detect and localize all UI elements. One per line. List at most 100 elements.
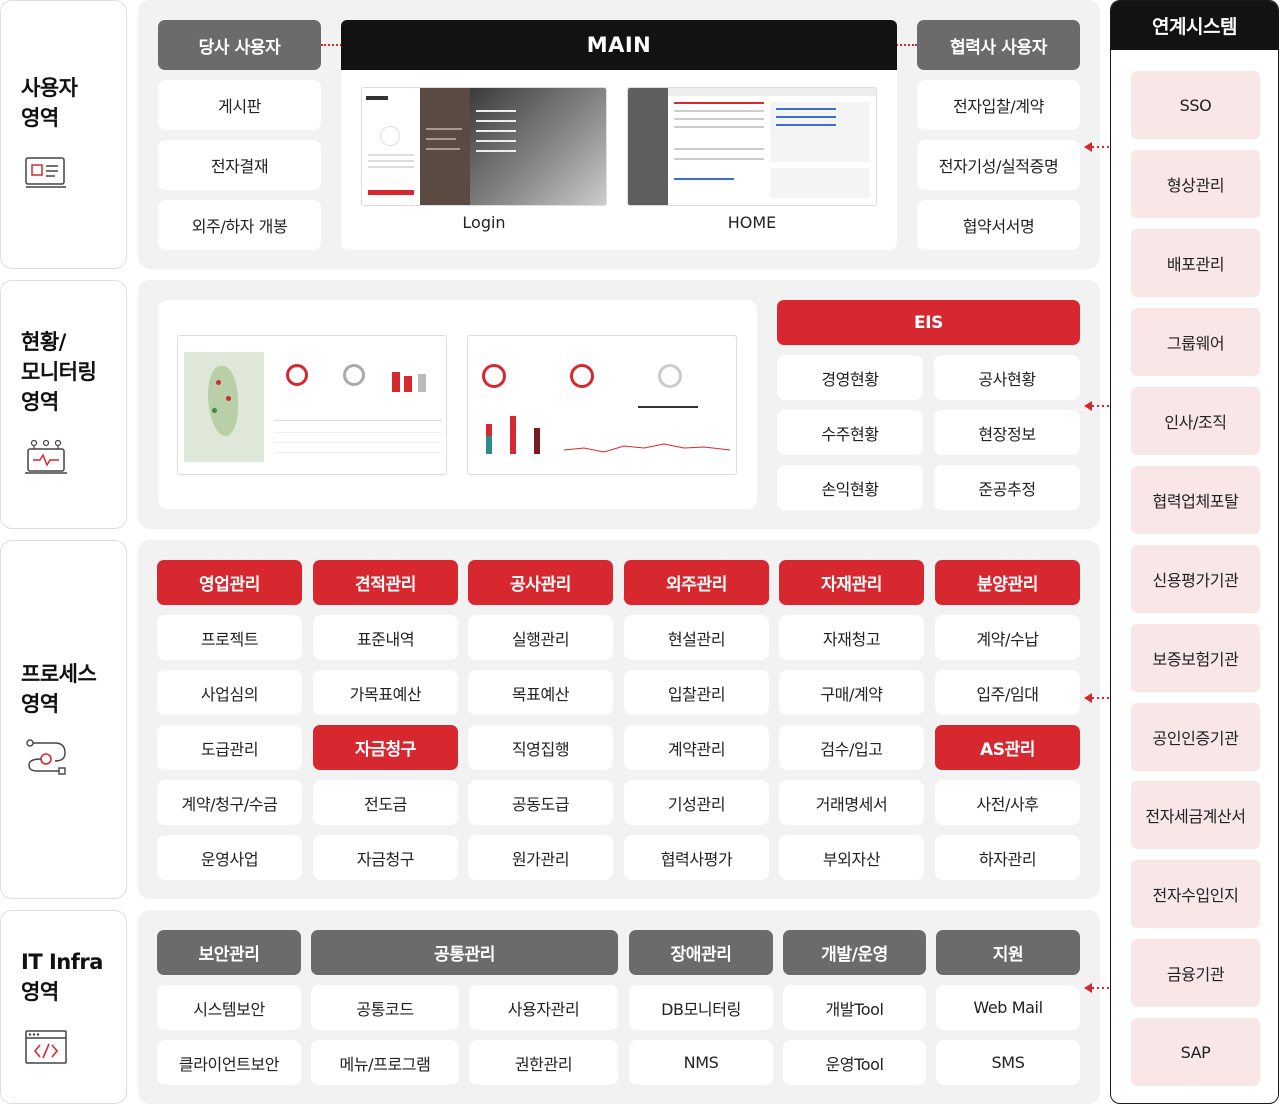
process-item[interactable]: 사업심의 — [157, 670, 302, 715]
linked-systems-header: 연계시스템 — [1111, 1, 1278, 50]
area-title-monitoring: 현황/ 모니터링 영역 — [21, 330, 97, 414]
infra-item[interactable]: 공통코드 — [311, 985, 459, 1030]
eis-item-orders[interactable]: 수주현황 — [777, 410, 923, 455]
internal-item-approval[interactable]: 전자결재 — [158, 140, 321, 190]
process-item[interactable]: 자재청고 — [779, 615, 924, 660]
process-item[interactable]: 계약관리 — [624, 725, 769, 770]
area-title-user: 사용자 영역 — [21, 76, 78, 130]
management-dashboard-screenshot[interactable] — [467, 335, 737, 475]
process-item[interactable]: 부외자산 — [779, 835, 924, 880]
internal-item-outsourcing[interactable]: 외주/하자 개봉 — [158, 200, 321, 250]
eis-item-profit[interactable]: 손익현황 — [777, 465, 923, 510]
login-label: Login — [462, 213, 506, 232]
infra-item[interactable]: Web Mail — [936, 985, 1080, 1030]
infra-item[interactable]: NMS — [629, 1040, 773, 1085]
partner-item-bid[interactable]: 전자입찰/계약 — [917, 80, 1080, 130]
system-item[interactable]: 그룹웨어 — [1131, 308, 1260, 376]
home-screenshot[interactable] — [627, 87, 877, 206]
linked-systems-panel: 연계시스템 SSO 형상관리 배포관리 그룹웨어 인사/조직 협력업체포탈 신용… — [1110, 0, 1279, 1104]
infra-item[interactable]: 개발Tool — [783, 985, 926, 1030]
system-item[interactable]: 신용평가기관 — [1131, 545, 1260, 613]
process-header-estimate: 견적관리 — [313, 560, 458, 605]
process-item[interactable]: 하자관리 — [935, 835, 1080, 880]
eis-item-construction[interactable]: 공사현황 — [934, 355, 1080, 400]
system-item[interactable]: 전자세금계산서 — [1131, 781, 1260, 849]
process-item[interactable]: 사전/사후 — [935, 780, 1080, 825]
process-item[interactable]: 가목표예산 — [313, 670, 458, 715]
web-page-icon — [25, 157, 66, 188]
process-item[interactable]: 기성관리 — [624, 780, 769, 825]
process-item[interactable]: 전도금 — [313, 780, 458, 825]
area-card-monitoring: 현황/ 모니터링 영역 — [0, 280, 127, 529]
process-item[interactable]: 도급관리 — [157, 725, 302, 770]
process-item[interactable]: 운영사업 — [157, 835, 302, 880]
process-item[interactable]: 입찰관리 — [624, 670, 769, 715]
process-item[interactable]: 구매/계약 — [779, 670, 924, 715]
system-item[interactable]: 협력업체포탈 — [1131, 466, 1260, 534]
infra-item[interactable]: SMS — [936, 1040, 1080, 1085]
system-item[interactable]: 전자수입인지 — [1131, 860, 1260, 928]
system-item[interactable]: 금융기관 — [1131, 939, 1260, 1007]
eis-header: EIS — [777, 300, 1080, 345]
area-card-infra: IT Infra 영역 — [0, 910, 127, 1104]
infra-item[interactable]: 시스템보안 — [157, 985, 301, 1030]
process-item[interactable]: 원가관리 — [468, 835, 613, 880]
process-item[interactable]: 실행관리 — [468, 615, 613, 660]
infra-item[interactable]: 사용자관리 — [469, 985, 618, 1030]
infra-header-common: 공통관리 — [311, 930, 618, 975]
infra-header-devops: 개발/운영 — [783, 930, 926, 975]
process-item[interactable]: 공동도급 — [468, 780, 613, 825]
system-item[interactable]: SAP — [1131, 1018, 1260, 1086]
area-title-process: 프로세스 영역 — [21, 662, 97, 716]
process-header-sales: 영업관리 — [157, 560, 302, 605]
area-title-infra: IT Infra 영역 — [21, 950, 103, 1004]
main-header: MAIN — [341, 20, 897, 70]
process-flow-icon — [26, 739, 66, 775]
monitoring-icon — [25, 439, 67, 474]
process-item[interactable]: 목표예산 — [468, 670, 613, 715]
process-item[interactable]: 표준내역 — [313, 615, 458, 660]
login-screenshot[interactable] — [361, 87, 607, 206]
system-item[interactable]: SSO — [1131, 71, 1260, 139]
process-item[interactable]: 현설관리 — [624, 615, 769, 660]
infra-header-security: 보안관리 — [157, 930, 301, 975]
process-item[interactable]: 입주/임대 — [935, 670, 1080, 715]
eis-item-completion[interactable]: 준공추정 — [934, 465, 1080, 510]
code-window-icon — [25, 1030, 67, 1064]
infra-item[interactable]: 운영Tool — [783, 1040, 926, 1085]
infra-item[interactable]: 메뉴/프로그램 — [311, 1040, 459, 1085]
partner-user-header: 협력사 사용자 — [917, 20, 1080, 70]
internal-user-header: 당사 사용자 — [158, 20, 321, 70]
system-item[interactable]: 보증보험기관 — [1131, 624, 1260, 692]
internal-item-board[interactable]: 게시판 — [158, 80, 321, 130]
process-item[interactable]: 계약/수납 — [935, 615, 1080, 660]
partner-item-progress[interactable]: 전자기성/실적증명 — [917, 140, 1080, 190]
infra-item[interactable]: 클라이언트보안 — [157, 1040, 301, 1085]
process-item[interactable]: 직영집행 — [468, 725, 613, 770]
system-item[interactable]: 형상관리 — [1131, 150, 1260, 218]
process-item[interactable]: 협력사평가 — [624, 835, 769, 880]
process-item[interactable]: 계약/청구/수금 — [157, 780, 302, 825]
process-header-sales-housing: 분양관리 — [935, 560, 1080, 605]
infra-item[interactable]: 권한관리 — [469, 1040, 618, 1085]
area-card-process: 프로세스 영역 — [0, 540, 127, 899]
process-subheader-fund-request: 자금청구 — [313, 725, 458, 770]
system-item[interactable]: 배포관리 — [1131, 229, 1260, 297]
process-item[interactable]: 거래명세서 — [779, 780, 924, 825]
infra-header-incident: 장애관리 — [629, 930, 773, 975]
process-item[interactable]: 자금청구 — [313, 835, 458, 880]
process-header-construction: 공사관리 — [468, 560, 613, 605]
infra-item[interactable]: DB모니터링 — [629, 985, 773, 1030]
process-subheader-as: AS관리 — [935, 725, 1080, 770]
construction-dashboard-screenshot[interactable] — [177, 335, 447, 475]
system-item[interactable]: 인사/조직 — [1131, 387, 1260, 455]
eis-item-management[interactable]: 경영현황 — [777, 355, 923, 400]
system-item[interactable]: 공인인증기관 — [1131, 703, 1260, 771]
home-label: HOME — [727, 213, 777, 232]
process-header-outsourcing: 외주관리 — [624, 560, 769, 605]
process-item[interactable]: 검수/입고 — [779, 725, 924, 770]
process-item[interactable]: 프로젝트 — [157, 615, 302, 660]
eis-item-site-info[interactable]: 현장정보 — [934, 410, 1080, 455]
area-card-user: 사용자 영역 — [0, 0, 127, 269]
partner-item-agreement[interactable]: 협약서서명 — [917, 200, 1080, 250]
